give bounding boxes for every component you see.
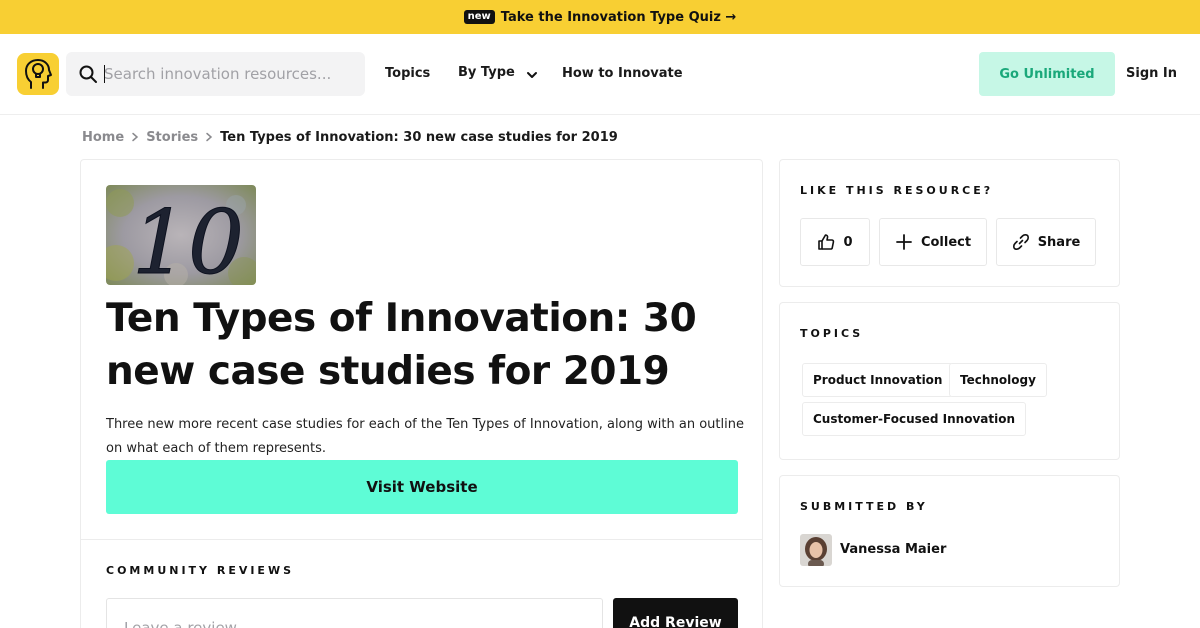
avatar[interactable] <box>800 534 832 566</box>
breadcrumb: Home Stories Ten Types of Innovation: 30… <box>82 127 618 147</box>
resource-description: Three new more recent case studies for e… <box>106 417 744 456</box>
topics-card: TOPICS Product Innovation Technology Cus… <box>779 302 1120 460</box>
text-cursor <box>104 65 105 83</box>
sign-in-link[interactable]: Sign In <box>1126 64 1177 84</box>
new-badge: new <box>463 10 495 24</box>
nav-how-to-label: How to Innovate <box>562 66 683 81</box>
search-icon <box>79 65 97 83</box>
collect-label: Collect <box>920 234 972 250</box>
search-input[interactable] <box>104 52 356 96</box>
logo[interactable] <box>17 53 59 95</box>
chevron-down-icon <box>526 71 537 78</box>
collect-button[interactable]: Collect <box>879 218 987 266</box>
nav-how-to-innovate[interactable]: How to Innovate <box>562 64 683 84</box>
topics-heading: TOPICS <box>800 327 864 340</box>
topic-tag[interactable]: Customer-Focused Innovation <box>802 402 1027 436</box>
add-review-button[interactable]: Add Review <box>613 598 738 628</box>
breadcrumb-home[interactable]: Home <box>82 130 124 145</box>
top-navbar: Topics By Type How to Innovate Go Unlimi… <box>0 34 1200 115</box>
nav-topics[interactable]: Topics <box>385 64 430 84</box>
like-button[interactable]: 0 <box>800 218 870 266</box>
divider <box>81 539 762 540</box>
resource-card: 10 Ten Types of Innovation: 30 new case … <box>80 159 763 628</box>
topic-tag[interactable]: Product Innovation <box>802 363 954 397</box>
plus-icon <box>896 234 912 250</box>
like-count: 0 <box>843 234 853 250</box>
search-bar[interactable] <box>66 52 365 96</box>
community-reviews-heading: COMMUNITY REVIEWS <box>106 564 295 577</box>
go-unlimited-button[interactable]: Go Unlimited <box>979 52 1115 96</box>
review-input[interactable] <box>106 598 603 628</box>
submitted-by-heading: SUBMITTED BY <box>800 500 928 513</box>
breadcrumb-stories[interactable]: Stories <box>146 130 198 145</box>
nav-by-type[interactable]: By Type <box>458 63 539 83</box>
page-title: Ten Types of Innovation: 30 new case stu… <box>106 296 697 394</box>
share-label: Share <box>1037 234 1081 250</box>
thumbnail-number: 10 <box>132 191 244 285</box>
submitter-name[interactable]: Vanessa Maier <box>840 540 946 560</box>
visit-website-button[interactable]: Visit Website <box>106 460 738 514</box>
chevron-right-icon <box>132 132 139 142</box>
nav-topics-label: Topics <box>385 66 431 81</box>
share-button[interactable]: Share <box>996 218 1096 266</box>
link-icon <box>1012 234 1029 250</box>
thumbs-up-icon <box>818 234 835 250</box>
quiz-link[interactable]: Take the Innovation Type Quiz → <box>501 10 737 25</box>
submitted-by-card: SUBMITTED BY Vanessa Maier <box>779 475 1120 587</box>
lightbulb-head-icon <box>25 59 52 89</box>
nav-by-type-label: By Type <box>458 65 515 80</box>
resource-thumbnail: 10 <box>106 185 256 285</box>
like-card: LIKE THIS RESOURCE? 0 Collect Share <box>779 159 1120 287</box>
topic-tag[interactable]: Technology <box>949 363 1047 397</box>
like-heading: LIKE THIS RESOURCE? <box>800 184 994 197</box>
promo-banner[interactable]: new Take the Innovation Type Quiz → <box>0 0 1200 34</box>
breadcrumb-current: Ten Types of Innovation: 30 new case stu… <box>220 129 618 145</box>
chevron-right-icon <box>206 132 213 142</box>
